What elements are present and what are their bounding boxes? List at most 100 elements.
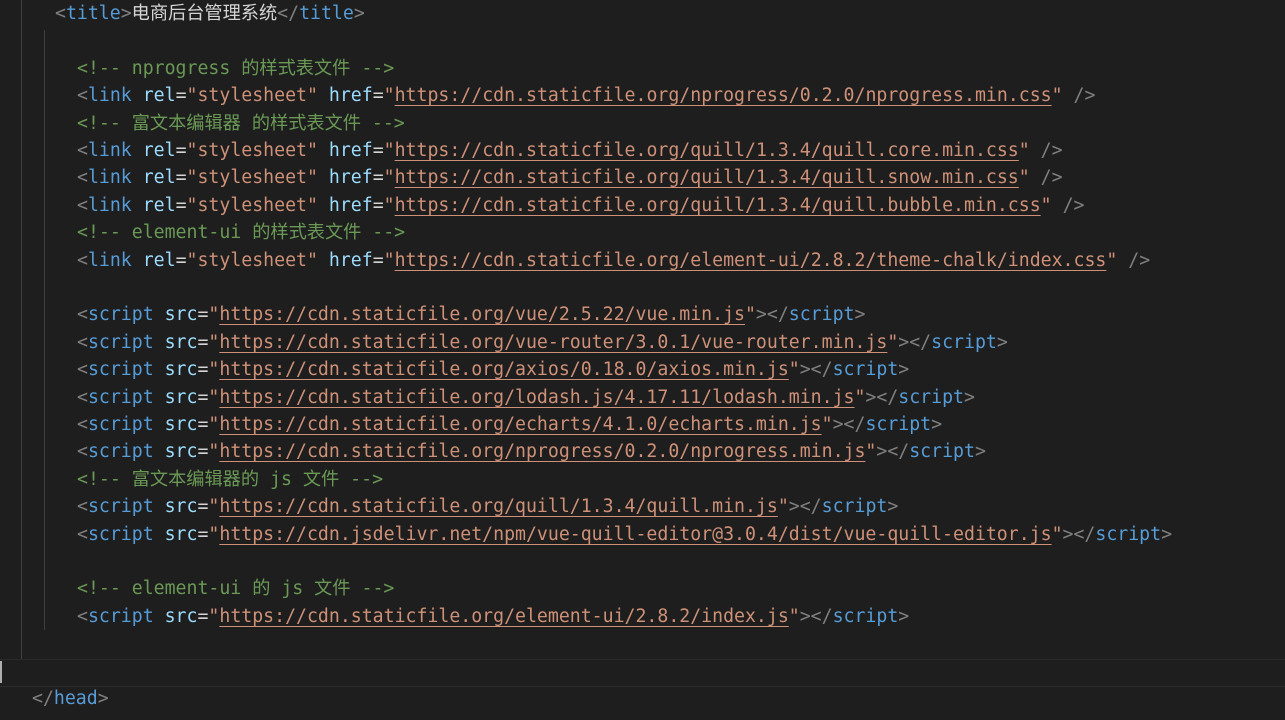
tag-name: script bbox=[788, 304, 855, 326]
code-line[interactable]: <script src="https://cdn.jsdelivr.net/np… bbox=[0, 521, 1285, 548]
code-editor[interactable]: <title>电商后台管理系统</title> <!-- nprogress 的样… bbox=[0, 0, 1285, 720]
url-link[interactable]: https://cdn.staticfile.org/lodash.js/4.1… bbox=[219, 387, 854, 408]
attribute-name: rel bbox=[142, 85, 176, 107]
url-link[interactable]: https://cdn.staticfile.org/element-ui/2.… bbox=[395, 250, 1107, 271]
tag-name: head bbox=[53, 688, 98, 709]
url-link[interactable]: https://cdn.staticfile.org/vue/2.5.22/vu… bbox=[219, 304, 745, 325]
code-line[interactable]: <link rel="stylesheet" href="https://cdn… bbox=[0, 247, 1285, 274]
attribute-name: src bbox=[164, 496, 198, 518]
tag-name: script bbox=[87, 386, 154, 408]
code-line[interactable]: <script src="https://cdn.staticfile.org/… bbox=[0, 384, 1285, 411]
code-line[interactable]: <link rel="stylesheet" href="https://cdn… bbox=[0, 137, 1285, 164]
code-line[interactable]: <!-- nprogress 的样式表文件 --> bbox=[0, 55, 1285, 82]
equals-sign: = bbox=[197, 359, 209, 381]
code-line[interactable]: <!-- element-ui 的样式表文件 --> bbox=[0, 219, 1285, 246]
code-line[interactable] bbox=[0, 274, 1285, 301]
code-line[interactable]: <script src="https://cdn.staticfile.org/… bbox=[0, 301, 1285, 328]
tag-bracket: > bbox=[898, 605, 910, 627]
tag-bracket: /> bbox=[1128, 249, 1151, 271]
tag-name: script bbox=[821, 496, 888, 518]
code-line[interactable]: </head> bbox=[0, 685, 1285, 712]
code-line[interactable]: <script src="https://cdn.staticfile.org/… bbox=[0, 356, 1285, 383]
url-link[interactable]: https://cdn.staticfile.org/quill/1.3.4/q… bbox=[395, 195, 1041, 216]
tag-bracket: ></ bbox=[1062, 523, 1096, 545]
code-line[interactable]: <link rel="stylesheet" href="https://cdn… bbox=[0, 164, 1285, 191]
url-link[interactable]: https://cdn.staticfile.org/echarts/4.1.0… bbox=[219, 414, 821, 435]
url-link[interactable]: https://cdn.staticfile.org/vue-router/3.… bbox=[219, 332, 887, 353]
tag-bracket: ></ bbox=[832, 414, 866, 435]
attribute-name: href bbox=[328, 249, 373, 271]
attribute-name: src bbox=[164, 414, 198, 435]
string-literal: " bbox=[821, 414, 833, 435]
string-literal: " bbox=[208, 523, 220, 545]
tag-bracket: /> bbox=[1040, 167, 1063, 189]
string-literal: "stylesheet" bbox=[186, 167, 318, 189]
tag-bracket: > bbox=[996, 331, 1008, 353]
string-literal: " bbox=[1051, 523, 1063, 545]
url-link[interactable]: https://cdn.staticfile.org/axios/0.18.0/… bbox=[219, 359, 788, 380]
tag-name: script bbox=[87, 605, 154, 627]
code-line[interactable]: <script src="https://cdn.staticfile.org/… bbox=[0, 493, 1285, 520]
equals-sign: = bbox=[197, 386, 209, 408]
code-line[interactable]: <script src="https://cdn.staticfile.org/… bbox=[0, 329, 1285, 356]
string-literal: " bbox=[383, 249, 395, 271]
equals-sign: = bbox=[372, 249, 384, 271]
code-line[interactable] bbox=[0, 658, 1285, 685]
string-literal: " bbox=[1018, 167, 1030, 189]
tag-bracket: < bbox=[77, 167, 88, 189]
string-literal: " bbox=[383, 194, 395, 216]
tag-name: script bbox=[87, 441, 154, 463]
code-line[interactable]: <!-- element-ui 的 js 文件 --> bbox=[0, 575, 1285, 602]
attribute-name: href bbox=[328, 167, 373, 189]
code-line[interactable]: <script src="https://cdn.staticfile.org/… bbox=[0, 603, 1285, 630]
url-link[interactable]: https://cdn.jsdelivr.net/npm/vue-quill-e… bbox=[219, 524, 1051, 545]
url-link[interactable]: https://cdn.staticfile.org/element-ui/2.… bbox=[219, 606, 788, 627]
code-line[interactable]: <script src="https://cdn.staticfile.org/… bbox=[0, 438, 1285, 465]
tag-bracket: > bbox=[963, 386, 975, 408]
attribute-name: href bbox=[328, 85, 373, 107]
code-line[interactable] bbox=[0, 27, 1285, 54]
attribute-name: src bbox=[164, 331, 198, 353]
code-line[interactable]: <link rel="stylesheet" href="https://cdn… bbox=[0, 82, 1285, 109]
code-line[interactable]: <!-- 富文本编辑器的 js 文件 --> bbox=[0, 466, 1285, 493]
tag-bracket: < bbox=[77, 605, 88, 627]
attribute-name: src bbox=[164, 523, 198, 545]
string-literal: "stylesheet" bbox=[186, 194, 318, 216]
code-line[interactable]: <script src="https://cdn.staticfile.org/… bbox=[0, 411, 1285, 438]
string-literal: " bbox=[208, 441, 220, 463]
tag-bracket: ></ bbox=[799, 605, 833, 627]
code-comment: <!-- element-ui 的 js 文件 --> bbox=[77, 578, 395, 600]
url-link[interactable]: https://cdn.staticfile.org/nprogress/0.2… bbox=[395, 85, 1052, 106]
url-link[interactable]: https://cdn.staticfile.org/quill/1.3.4/q… bbox=[395, 167, 1019, 188]
code-line[interactable] bbox=[0, 630, 1285, 657]
code-line[interactable]: <title>电商后台管理系统</title> bbox=[0, 0, 1285, 27]
code-line[interactable]: <!-- 富文本编辑器 的样式表文件 --> bbox=[0, 110, 1285, 137]
string-literal: " bbox=[208, 605, 220, 627]
equals-sign: = bbox=[372, 140, 384, 161]
code-line[interactable]: <link rel="stylesheet" href="https://cdn… bbox=[0, 192, 1285, 219]
attribute-name: src bbox=[164, 359, 198, 381]
equals-sign: = bbox=[197, 523, 209, 545]
string-literal: " bbox=[208, 359, 220, 381]
tag-bracket: ></ bbox=[898, 331, 932, 353]
attribute-name: href bbox=[328, 140, 373, 161]
url-link[interactable]: https://cdn.staticfile.org/quill/1.3.4/q… bbox=[219, 496, 777, 517]
string-literal: " bbox=[1040, 194, 1052, 216]
tag-name: title bbox=[65, 3, 121, 24]
code-line[interactable] bbox=[0, 548, 1285, 575]
url-link[interactable]: https://cdn.staticfile.org/quill/1.3.4/q… bbox=[395, 140, 1019, 161]
tag-bracket: > bbox=[854, 304, 866, 326]
equals-sign: = bbox=[175, 249, 187, 271]
string-literal: " bbox=[208, 386, 220, 408]
tag-name: link bbox=[87, 249, 132, 271]
url-link[interactable]: https://cdn.staticfile.org/nprogress/0.2… bbox=[219, 441, 865, 462]
